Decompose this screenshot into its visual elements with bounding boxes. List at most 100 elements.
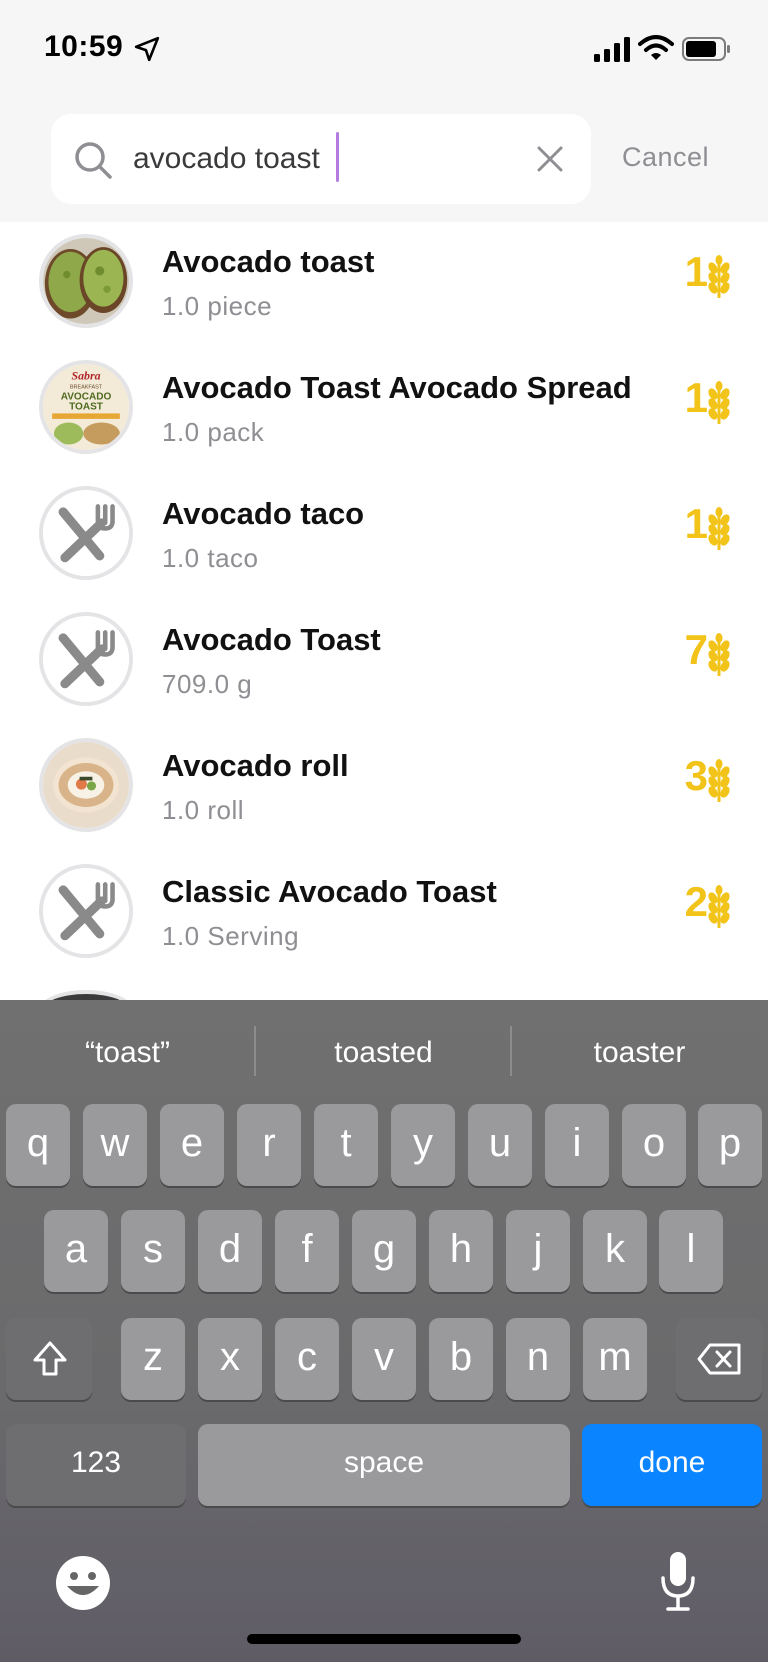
- suggestion-item[interactable]: toaster: [512, 1028, 767, 1078]
- utensils-icon: [43, 868, 129, 954]
- key-f[interactable]: f: [275, 1210, 339, 1292]
- carb-value: 7: [684, 626, 708, 673]
- wheat-icon: [708, 633, 730, 676]
- backspace-icon: [697, 1343, 741, 1375]
- key-d[interactable]: d: [198, 1210, 262, 1292]
- item-name: Avocado Toast: [162, 622, 381, 657]
- home-indicator[interactable]: [247, 1634, 521, 1644]
- key-x[interactable]: x: [198, 1318, 262, 1400]
- item-serving: 1.0 pack: [162, 417, 265, 447]
- suggestion-item[interactable]: toasted: [256, 1028, 511, 1078]
- item-name: Avocado toast: [162, 244, 375, 279]
- wheat-icon: [708, 381, 730, 424]
- utensils-icon: [43, 490, 129, 576]
- clear-icon[interactable]: [535, 144, 565, 174]
- key-b[interactable]: b: [429, 1318, 493, 1400]
- item-serving: 709.0 g: [162, 669, 253, 699]
- utensils-icon: [43, 616, 129, 702]
- food-thumbnail-avocado-roll: [39, 738, 133, 832]
- key-a[interactable]: a: [44, 1210, 108, 1292]
- food-thumbnail-sabra-package: Sabra BREAKFAST AVOCADO TOAST: [39, 360, 133, 454]
- carb-value: 3: [684, 752, 708, 799]
- carb-value: 1: [684, 374, 708, 421]
- battery-icon: [682, 37, 730, 61]
- key-z[interactable]: z: [121, 1318, 185, 1400]
- list-item[interactable]: Classic Avocado Toast 1.0 Serving 2: [0, 852, 768, 978]
- key-h[interactable]: h: [429, 1210, 493, 1292]
- microphone-icon[interactable]: [660, 1550, 696, 1612]
- key-v[interactable]: v: [352, 1318, 416, 1400]
- key-q[interactable]: q: [6, 1104, 70, 1186]
- cellular-signal-icon: [594, 37, 630, 62]
- key-e[interactable]: e: [160, 1104, 224, 1186]
- thumb-line1-text: BREAKFAST: [70, 385, 103, 391]
- search-icon: [75, 142, 112, 179]
- key-r[interactable]: r: [237, 1104, 301, 1186]
- carb-value: 2: [684, 878, 708, 925]
- food-thumbnail-placeholder: [39, 486, 133, 580]
- wheat-icon: [708, 507, 730, 550]
- item-serving: 1.0 taco: [162, 543, 259, 573]
- status-bar: 10:59: [0, 0, 768, 100]
- key-o[interactable]: o: [622, 1104, 686, 1186]
- list-item[interactable]: Avocado taco 1.0 taco 1: [0, 474, 768, 600]
- item-serving: 1.0 piece: [162, 291, 273, 321]
- search-input[interactable]: avocado toast: [133, 132, 503, 186]
- key-m[interactable]: m: [583, 1318, 647, 1400]
- thumb-line3-text: TOAST: [69, 402, 104, 413]
- key-j[interactable]: j: [506, 1210, 570, 1292]
- key-l[interactable]: l: [659, 1210, 723, 1292]
- suggestion-item[interactable]: “toast”: [0, 1028, 255, 1078]
- key-s[interactable]: s: [121, 1210, 185, 1292]
- key-y[interactable]: y: [391, 1104, 455, 1186]
- shift-key[interactable]: [6, 1318, 92, 1400]
- list-item[interactable]: Avocado toast 1.0 piece 1: [0, 222, 768, 348]
- carb-value: 1: [684, 248, 708, 295]
- carb-value: 1: [684, 500, 708, 547]
- wheat-icon: [708, 759, 730, 802]
- key-n[interactable]: n: [506, 1318, 570, 1400]
- food-thumbnail-placeholder: [39, 612, 133, 706]
- item-name: Avocado Toast Avocado Spread: [162, 370, 632, 405]
- food-thumbnail-avocado-toast: [39, 234, 133, 328]
- key-u[interactable]: u: [468, 1104, 532, 1186]
- wheat-icon: [708, 885, 730, 928]
- search-field[interactable]: avocado toast: [51, 114, 591, 204]
- item-serving: 1.0 Serving: [162, 921, 300, 951]
- food-thumbnail-placeholder: [39, 864, 133, 958]
- emoji-icon[interactable]: [54, 1554, 112, 1612]
- key-k[interactable]: k: [583, 1210, 647, 1292]
- key-i[interactable]: i: [545, 1104, 609, 1186]
- key-p[interactable]: p: [698, 1104, 762, 1186]
- sabra-package-photo-icon: Sabra BREAKFAST AVOCADO TOAST: [43, 364, 129, 450]
- item-name: Avocado roll: [162, 748, 349, 783]
- cancel-button[interactable]: Cancel: [622, 142, 709, 173]
- list-item[interactable]: Sabra BREAKFAST AVOCADO TOAST Avocado To…: [0, 348, 768, 474]
- sushi-roll-photo-icon: [43, 742, 129, 828]
- item-serving: 1.0 roll: [162, 795, 245, 825]
- key-w[interactable]: w: [83, 1104, 147, 1186]
- location-arrow-icon: [134, 36, 160, 62]
- item-name: Avocado taco: [162, 496, 365, 531]
- status-time: 10:59: [44, 30, 124, 63]
- keyboard: “toast” toasted toaster q w e r t y u i …: [0, 1000, 768, 1662]
- item-name: Classic Avocado Toast: [162, 874, 497, 909]
- key-t[interactable]: t: [314, 1104, 378, 1186]
- results-list: Avocado toast 1.0 piece 1 Sabra BREAKFAS…: [0, 222, 768, 1000]
- space-key[interactable]: space: [198, 1424, 570, 1506]
- delete-key[interactable]: [676, 1318, 762, 1400]
- key-g[interactable]: g: [352, 1210, 416, 1292]
- search-header: avocado toast Cancel: [0, 100, 768, 222]
- wheat-icon: [708, 255, 730, 298]
- done-key[interactable]: done: [582, 1424, 762, 1506]
- list-item[interactable]: Avocado roll 1.0 roll 3: [0, 726, 768, 852]
- list-item[interactable]: Avocado Toast 709.0 g 7: [0, 600, 768, 726]
- numbers-key[interactable]: 123: [6, 1424, 186, 1506]
- food-thumbnail-partial: [39, 990, 133, 1000]
- text-cursor: [336, 132, 339, 182]
- key-c[interactable]: c: [275, 1318, 339, 1400]
- thumb-brand-text: Sabra: [71, 369, 100, 383]
- avocado-toast-photo-icon: [43, 238, 129, 324]
- wifi-icon: [638, 35, 674, 60]
- shift-icon: [33, 1341, 67, 1376]
